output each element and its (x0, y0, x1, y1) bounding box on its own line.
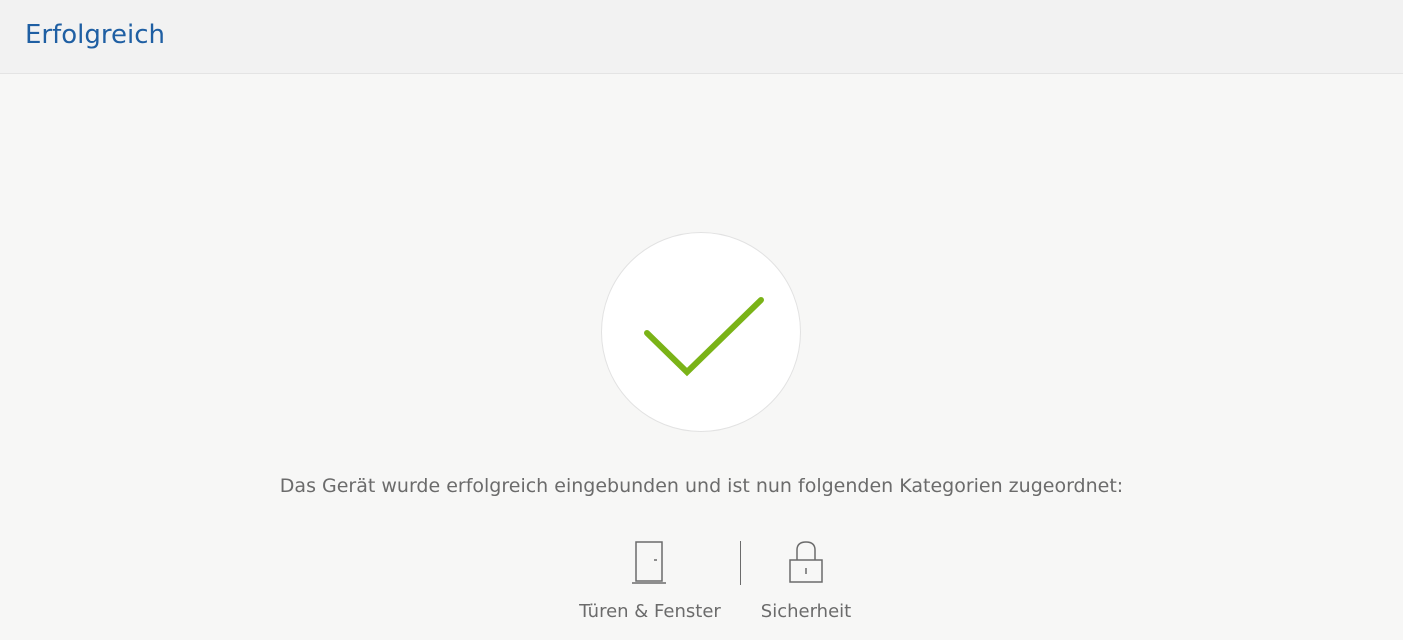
category-doors-windows: Türen & Fenster (560, 538, 740, 624)
category-label: Türen & Fenster (579, 601, 721, 622)
category-label: Sicherheit (760, 601, 852, 622)
door-icon (632, 541, 666, 584)
success-message: Das Gerät wurde erfolgreich eingebunden … (279, 475, 1124, 497)
page-title: Erfolgreich (25, 20, 166, 50)
success-circle (601, 232, 801, 432)
lock-icon (789, 541, 823, 583)
header-bar: Erfolgreich (0, 0, 1403, 74)
category-divider (740, 541, 741, 585)
category-security: Sicherheit (756, 538, 856, 624)
category-list: Türen & Fenster Sicherheit (560, 538, 870, 628)
checkmark-icon (644, 297, 764, 377)
